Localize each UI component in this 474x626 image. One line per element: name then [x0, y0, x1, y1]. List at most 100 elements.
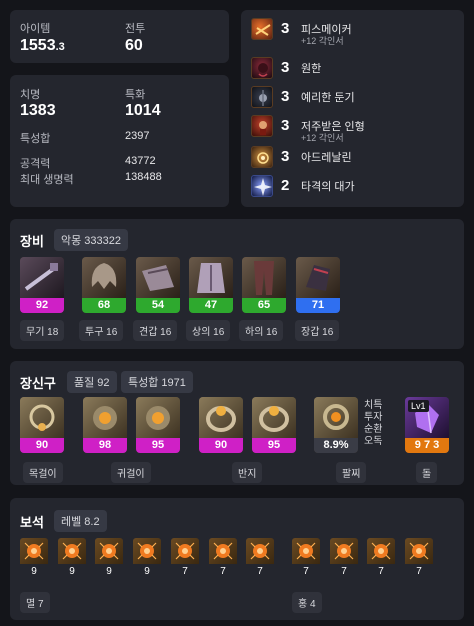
bracelet-option: 순환 — [364, 424, 383, 435]
accessory-ring-1[interactable]: 90 — [199, 397, 243, 453]
pants-icon — [242, 257, 286, 298]
item-level-label: 아이템 — [20, 23, 51, 35]
gem-level: 7 — [330, 564, 358, 580]
gloves-icon — [296, 257, 340, 298]
engraving-level: 3 — [281, 117, 290, 134]
accessory-bracelet[interactable]: 8.9% — [314, 397, 358, 453]
bracelet-option: 투자 — [364, 412, 383, 423]
quality-value: 92 — [20, 298, 64, 313]
stone-value: 9 7 3 — [405, 438, 449, 453]
equipment-shoulder[interactable]: 54 — [136, 257, 180, 313]
gem-level: 7 — [246, 564, 274, 580]
crit-label: 치명 — [20, 89, 41, 101]
equipment-pants[interactable]: 65 — [242, 257, 286, 313]
weapon-icon — [20, 257, 64, 298]
quality-value: 90 — [20, 438, 64, 453]
equipment-caption-helmet: 투구 16 — [79, 320, 124, 341]
gem-icon — [58, 538, 86, 564]
gem-slot[interactable]: 7 — [330, 538, 358, 580]
ring-icon — [199, 397, 243, 438]
equipment-chest[interactable]: 47 — [189, 257, 233, 313]
combat-stats-panel: 치명 1383 특화 1014 특성합 2397 공격력 43772 최대 생명… — [10, 75, 229, 207]
accessory-ability-stone[interactable]: Lv1 9 7 3 — [405, 397, 449, 453]
gem-slot[interactable]: 7 — [171, 538, 199, 580]
equipment-caption-gloves: 장갑 16 — [295, 320, 340, 341]
spec-value: 1014 — [125, 102, 161, 119]
gems-caption-crimson: 홍 4 — [292, 592, 322, 613]
max-hp-value: 138488 — [125, 171, 162, 183]
gem-level: 7 — [367, 564, 395, 580]
engraving-book: +12 각인서 — [301, 36, 344, 46]
gem-slot[interactable]: 9 — [20, 538, 48, 580]
gem-slot[interactable]: 9 — [95, 538, 123, 580]
equipment-caption-pants: 하의 16 — [239, 320, 284, 341]
engraving-name: 원한 — [301, 63, 322, 75]
chest-icon — [189, 257, 233, 298]
equipment-set-badge: 악몽 333322 — [54, 229, 129, 251]
gem-level: 9 — [95, 564, 123, 580]
bracelet-option: 오독 — [364, 436, 383, 447]
stone-level-badge: Lv1 — [408, 400, 429, 412]
equipment-helmet[interactable]: 68 — [82, 257, 126, 313]
engraving-name: 아드레날린 — [301, 152, 352, 164]
gem-slot[interactable]: 7 — [209, 538, 237, 580]
accessories-stat-badge: 특성합 1971 — [121, 371, 193, 393]
gem-icon — [367, 538, 395, 564]
engraving-book: +12 각인서 — [301, 133, 344, 143]
quality-value: 90 — [199, 438, 243, 453]
grudge-icon — [251, 57, 273, 79]
gem-icon — [171, 538, 199, 564]
gem-icon — [405, 538, 433, 564]
engraving-level: 3 — [281, 88, 290, 105]
bracelet-icon — [314, 397, 358, 438]
gem-icon — [330, 538, 358, 564]
accessory-ring-2[interactable]: 95 — [252, 397, 296, 453]
gem-level: 7 — [405, 564, 433, 580]
attack-label: 공격력 — [20, 158, 51, 170]
accessories-title: 장신구 — [20, 376, 56, 391]
accessory-earring-2[interactable]: 95 — [136, 397, 180, 453]
gem-icon — [292, 538, 320, 564]
equipment-caption-chest: 상의 16 — [186, 320, 231, 341]
gem-icon — [209, 538, 237, 564]
gem-slot[interactable]: 7 — [246, 538, 274, 580]
stats-panel: 아이템 1553.3 전투 60 — [10, 10, 229, 63]
shoulder-icon — [136, 257, 180, 298]
quality-value: 71 — [296, 298, 340, 313]
gems-caption-annihilation: 멸 7 — [20, 592, 50, 613]
gem-level: 7 — [171, 564, 199, 580]
gem-level: 7 — [209, 564, 237, 580]
ring-icon — [252, 397, 296, 438]
equipment-gloves[interactable]: 71 — [296, 257, 340, 313]
accessories-quality-badge: 품질 92 — [67, 371, 117, 393]
engraving-level: 3 — [281, 59, 290, 76]
total-stat-label: 특성합 — [20, 133, 51, 145]
quality-value: 47 — [189, 298, 233, 313]
equipment-caption-shoulder: 견갑 16 — [133, 320, 178, 341]
necklace-icon — [20, 397, 64, 438]
helmet-icon — [82, 257, 126, 298]
accessory-earring-1[interactable]: 98 — [83, 397, 127, 453]
gem-slot[interactable]: 7 — [405, 538, 433, 580]
combat-level-value: 60 — [125, 37, 143, 54]
gem-slot[interactable]: 7 — [367, 538, 395, 580]
gem-slot[interactable]: 9 — [133, 538, 161, 580]
gem-icon — [20, 538, 48, 564]
accessory-necklace[interactable]: 90 — [20, 397, 64, 453]
accessory-caption-ring: 반지 — [232, 462, 263, 483]
bracelet-option: 치특 — [364, 400, 383, 411]
cursed-doll-icon — [251, 115, 273, 137]
item-level-value: 1553.3 — [20, 37, 65, 54]
earring-icon — [136, 397, 180, 438]
gem-slot[interactable]: 7 — [292, 538, 320, 580]
equipment-weapon[interactable]: 92 — [20, 257, 64, 313]
accessory-caption-bracelet: 팔찌 — [336, 462, 367, 483]
quality-value: 95 — [252, 438, 296, 453]
gem-level: 7 — [292, 564, 320, 580]
gems-level-badge: 레벨 8.2 — [54, 510, 107, 532]
engraving-level: 2 — [281, 177, 290, 194]
accessory-caption-earring: 귀걸이 — [111, 462, 151, 483]
gem-level: 9 — [20, 564, 48, 580]
gem-slot[interactable]: 9 — [58, 538, 86, 580]
gem-icon — [246, 538, 274, 564]
